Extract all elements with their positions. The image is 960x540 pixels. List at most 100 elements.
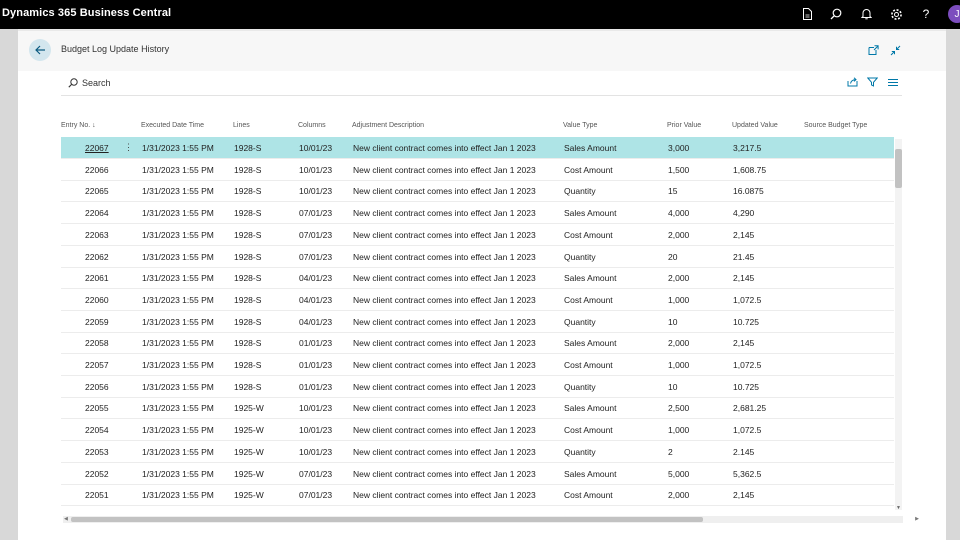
cell-entry-no[interactable]: 22052: [85, 469, 109, 479]
right-margin: [946, 29, 960, 540]
column-header-executed[interactable]: Executed Date Time: [141, 122, 204, 129]
gear-icon[interactable]: [888, 6, 904, 22]
filter-icon[interactable]: [865, 75, 879, 89]
cell-entry-no[interactable]: 22065: [85, 186, 109, 196]
cell-entry-no[interactable]: 22067: [85, 143, 109, 153]
column-header-entry-no[interactable]: Entry No. ↓: [61, 122, 96, 129]
cell-entry-no[interactable]: 22064: [85, 208, 109, 218]
table-row[interactable]: 22055 1/31/2023 1:55 PM 1925-W 10/01/23 New …: [61, 397, 894, 420]
table-row[interactable]: 22063 1/31/2023 1:55 PM 1928-S 07/01/23 New …: [61, 224, 894, 246]
cell-entry-no[interactable]: 22056: [85, 382, 109, 392]
table-row[interactable]: 22067 1/31/2023 1:55 PM 1928-S 10/01/23 New …: [61, 137, 894, 159]
column-header-columns[interactable]: Columns: [298, 122, 326, 129]
cell-entry-no[interactable]: 22053: [85, 447, 109, 457]
table-row[interactable]: 22064 1/31/2023 1:55 PM 1928-S 07/01/23 New …: [61, 202, 894, 225]
cell-description: New client contract comes into effect Ja…: [353, 229, 536, 240]
cell-entry-no[interactable]: 22062: [85, 252, 109, 262]
document-icon[interactable]: [799, 6, 815, 22]
table-row[interactable]: 22066 1/31/2023 1:55 PM 1928-S 10/01/23 New …: [61, 159, 894, 181]
cell-entry-no[interactable]: 22055: [85, 403, 109, 413]
horizontal-scrollbar[interactable]: ◀ ▶: [63, 516, 919, 523]
table-row[interactable]: 22065 1/31/2023 1:55 PM 1928-S 10/01/23 New …: [61, 180, 894, 203]
collapse-icon[interactable]: [888, 43, 902, 57]
table-row[interactable]: 22058 1/31/2023 1:55 PM 1928-S 01/01/23 New …: [61, 332, 894, 355]
help-icon[interactable]: ?: [918, 6, 934, 22]
cell-lines: 1925-W: [234, 425, 264, 436]
cell-prior: 10: [668, 381, 678, 392]
cell-entry-no[interactable]: 22057: [85, 360, 109, 370]
cell-prior: 2: [668, 446, 673, 457]
table-row[interactable]: 22062 1/31/2023 1:55 PM 1928-S 07/01/23 New …: [61, 246, 894, 268]
cell-executed: 1/31/2023 1:55 PM: [142, 403, 214, 414]
cell-value-type: Quantity: [564, 446, 596, 457]
cell-description: New client contract comes into effect Ja…: [353, 294, 536, 305]
cell-executed: 1/31/2023 1:55 PM: [142, 360, 214, 370]
cell-prior: 5,000: [668, 468, 690, 479]
avatar[interactable]: J: [948, 5, 960, 23]
cell-entry-no[interactable]: 22054: [85, 425, 109, 435]
cell-entry-no[interactable]: 22061: [85, 273, 109, 283]
cell-lines: 1925-W: [234, 468, 264, 479]
search-label: Search: [82, 78, 111, 88]
table-row[interactable]: 22054 1/31/2023 1:55 PM 1925-W 10/01/23 New …: [61, 419, 894, 442]
cell-updated: 1,072.5: [733, 425, 762, 436]
arrow-left-icon: [34, 45, 45, 55]
cell-value-type: Cost Amount: [564, 490, 613, 501]
back-button[interactable]: [29, 39, 51, 61]
cell-value-type: Sales Amount: [564, 468, 617, 479]
column-header-updated[interactable]: Updated Value: [732, 122, 778, 129]
scroll-left-icon[interactable]: ◀: [64, 516, 68, 522]
vertical-scroll-thumb[interactable]: [895, 149, 902, 188]
table-row[interactable]: 22051 1/31/2023 1:55 PM 1925-W 07/01/23 New …: [61, 484, 894, 507]
cell-lines: 1925-W: [234, 403, 264, 414]
app-title[interactable]: Dynamics 365 Business Central: [2, 7, 171, 19]
log-table: Entry No. ↓ Executed Date Time Lines Column…: [61, 119, 894, 507]
column-header-value-type[interactable]: Value Type: [563, 122, 597, 129]
row-menu-icon[interactable]: ⋮: [124, 142, 133, 153]
column-header-description[interactable]: Adjustment Description: [352, 122, 424, 129]
cell-columns: 10/01/23: [299, 446, 333, 457]
column-header-source[interactable]: Source Budget Type: [804, 122, 867, 129]
cell-executed: 1/31/2023 1:55 PM: [142, 338, 214, 349]
cell-executed: 1/31/2023 1:55 PM: [142, 468, 214, 479]
table-row[interactable]: 22059 1/31/2023 1:55 PM 1928-S 04/01/23 New …: [61, 311, 894, 333]
cell-columns: 04/01/23: [299, 294, 333, 305]
search-button[interactable]: Search: [68, 75, 111, 91]
cell-description: New client contract comes into effect Ja…: [353, 446, 536, 457]
cell-entry-no[interactable]: 22051: [85, 490, 109, 500]
cell-description: New client contract comes into effect Ja…: [353, 381, 536, 392]
cell-entry-no[interactable]: 22058: [85, 338, 109, 348]
table-row[interactable]: 22061 1/31/2023 1:55 PM 1928-S 04/01/23 New …: [61, 267, 894, 290]
column-header-lines[interactable]: Lines: [233, 122, 250, 129]
cell-entry-no[interactable]: 22066: [85, 165, 109, 175]
page-header: Budget Log Update History: [18, 31, 946, 71]
open-in-new-window-icon[interactable]: [866, 43, 880, 57]
scroll-down-icon[interactable]: ▼: [896, 505, 901, 511]
vertical-scrollbar[interactable]: ▼: [895, 139, 902, 511]
horizontal-scroll-thumb[interactable]: [71, 517, 703, 522]
search-icon[interactable]: [828, 6, 844, 22]
cell-description: New client contract comes into effect Ja…: [353, 164, 536, 175]
table-row[interactable]: 22056 1/31/2023 1:55 PM 1928-S 01/01/23 New …: [61, 376, 894, 398]
cell-lines: 1925-W: [234, 446, 264, 457]
page-title: Budget Log Update History: [61, 44, 170, 54]
bell-icon[interactable]: [858, 6, 874, 22]
table-row[interactable]: 22057 1/31/2023 1:55 PM 1928-S 01/01/23 New …: [61, 354, 894, 376]
list-view-icon[interactable]: [886, 75, 900, 89]
cell-prior: 1,000: [668, 360, 690, 370]
share-icon[interactable]: [845, 75, 859, 89]
table-row[interactable]: 22053 1/31/2023 1:55 PM 1925-W 10/01/23 New …: [61, 441, 894, 463]
cell-updated: 10.725: [733, 316, 759, 327]
cell-description: New client contract comes into effect Ja…: [353, 403, 536, 414]
cell-columns: 01/01/23: [299, 338, 333, 349]
cell-columns: 01/01/23: [299, 360, 333, 370]
cell-entry-no[interactable]: 22060: [85, 295, 109, 305]
cell-entry-no[interactable]: 22059: [85, 317, 109, 327]
cell-entry-no[interactable]: 22063: [85, 230, 109, 240]
table-row[interactable]: 22052 1/31/2023 1:55 PM 1925-W 07/01/23 New …: [61, 463, 894, 485]
cell-prior: 15: [668, 186, 678, 197]
cell-prior: 20: [668, 251, 678, 262]
column-header-prior[interactable]: Prior Value: [667, 122, 701, 129]
scroll-right-icon[interactable]: ▶: [915, 516, 919, 522]
table-row[interactable]: 22060 1/31/2023 1:55 PM 1928-S 04/01/23 New …: [61, 289, 894, 311]
